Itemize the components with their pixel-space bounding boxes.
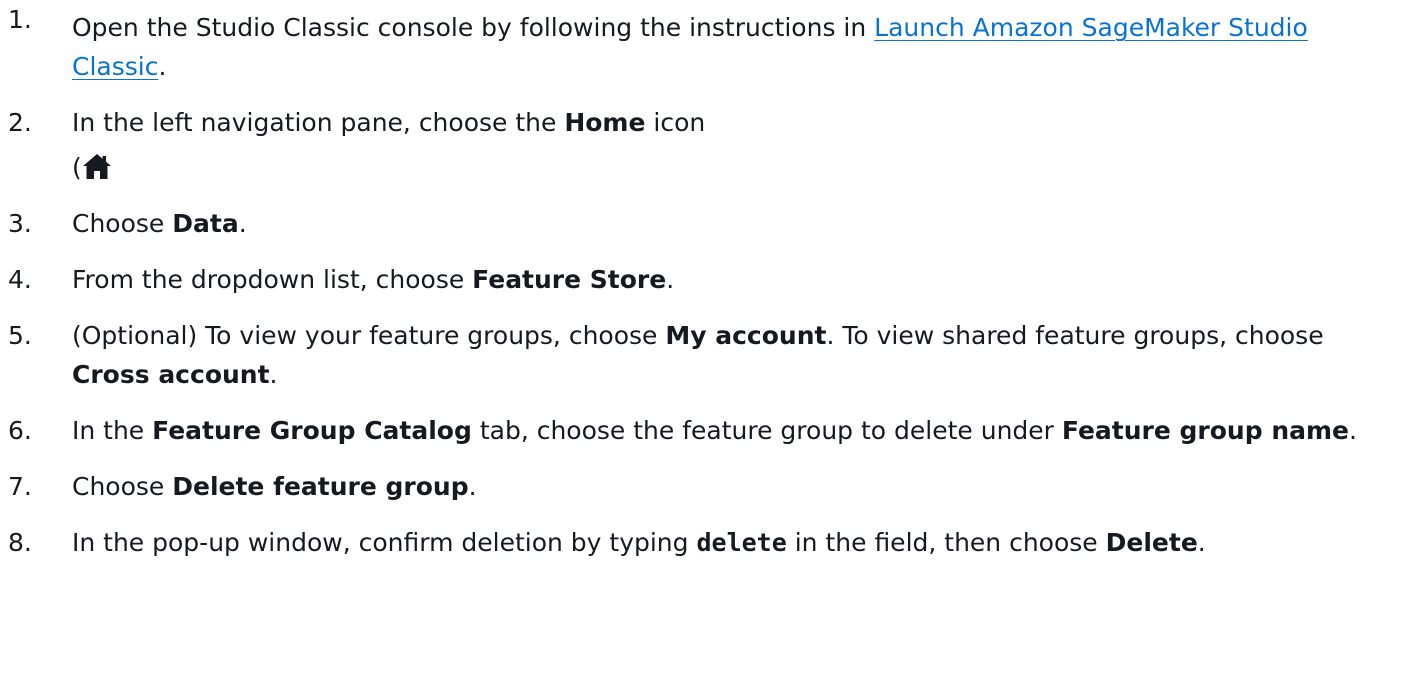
step-3: 3. Choose Data.: [0, 204, 1401, 243]
step-8: 8. In the pop-up window, confirm deletio…: [0, 523, 1401, 562]
step-text: Choose: [72, 472, 173, 501]
step-text: In the pop-up window, confirm deletion b…: [72, 528, 697, 557]
step-text-middle: tab, choose the feature group to delete …: [471, 416, 1062, 445]
step-text-middle: in the field, then choose: [786, 528, 1106, 557]
feature-store-label: Feature Store: [472, 265, 667, 294]
step-text-end: .: [269, 360, 278, 389]
step-text-end: .: [158, 52, 167, 81]
step-number: 6.: [8, 416, 32, 445]
step-number: 3.: [8, 209, 32, 238]
step-text-end: .: [666, 265, 675, 294]
step-2: 2. In the left navigation pane, choose t…: [0, 103, 1401, 187]
procedure-steps: 1. Open the Studio Classic console by fo…: [0, 0, 1401, 562]
step-text: (Optional) To view your feature groups, …: [72, 321, 666, 350]
step-number: 7.: [8, 472, 32, 501]
step-text-end: .: [1349, 416, 1357, 445]
step-text-end: .: [468, 472, 477, 501]
feature-group-name-label: Feature group name: [1061, 416, 1349, 445]
step-7: 7. Choose Delete feature group.: [0, 467, 1401, 506]
step-4: 4. From the dropdown list, choose Featur…: [0, 260, 1401, 299]
step-5: 5. (Optional) To view your feature group…: [0, 316, 1401, 394]
delete-code: delete: [696, 528, 787, 557]
my-account-label: My account: [665, 321, 827, 350]
step-text: Choose: [72, 209, 173, 238]
step-text-middle: . To view shared feature groups, choose: [826, 321, 1324, 350]
step-1: 1. Open the Studio Classic console by fo…: [0, 0, 1401, 86]
step-6: 6. In the Feature Group Catalog tab, cho…: [0, 411, 1401, 450]
step-number: 2.: [8, 108, 32, 137]
step-text-end: icon: [645, 108, 706, 137]
step-number: 5.: [8, 321, 32, 350]
home-icon: [82, 154, 111, 179]
step-text: In the left navigation pane, choose the: [72, 108, 565, 137]
step-text-end: .: [238, 209, 247, 238]
step-text: Open the Studio Classic console by follo…: [72, 13, 875, 42]
delete-label: Delete: [1105, 528, 1198, 557]
home-icon-line: (: [72, 148, 1401, 187]
data-label: Data: [172, 209, 239, 238]
open-paren: (: [72, 153, 82, 182]
home-label: Home: [564, 108, 646, 137]
step-number: 1.: [8, 5, 32, 34]
delete-feature-group-label: Delete feature group: [172, 472, 469, 501]
step-number: 8.: [8, 528, 32, 557]
step-text: In the: [72, 416, 153, 445]
cross-account-label: Cross account: [72, 360, 270, 389]
feature-group-catalog-label: Feature Group Catalog: [152, 416, 472, 445]
step-text: From the dropdown list, choose: [72, 265, 473, 294]
step-number: 4.: [8, 265, 32, 294]
step-text-end: .: [1197, 528, 1206, 557]
